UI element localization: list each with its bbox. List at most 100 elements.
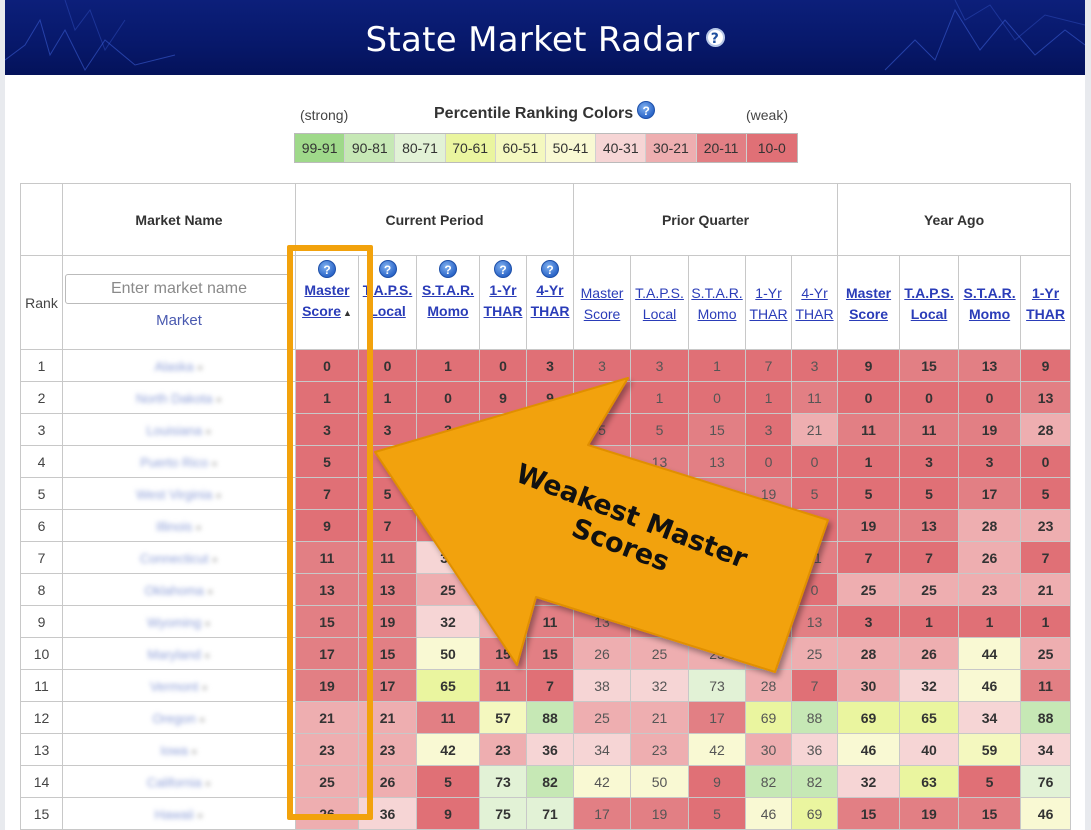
column-sort-link[interactable]: Local <box>632 304 688 325</box>
prior-col-header[interactable]: S.T.A.R. Momo <box>688 255 747 350</box>
score-cell: 0 <box>295 349 359 382</box>
current-col-header[interactable]: ? Master Score ▲ <box>295 255 359 350</box>
column-sort-link[interactable]: Master <box>304 282 349 298</box>
score-cell: 23 <box>358 733 417 766</box>
score-cell: 21 <box>479 605 527 638</box>
current-col-header[interactable]: ? S.T.A.R. Momo <box>416 255 480 350</box>
prior-col-header[interactable]: 4-Yr THAR <box>791 255 839 350</box>
market-cell: Oregon <box>62 701 296 734</box>
table-row: 15Hawaii26369757117195466915191546 <box>20 797 1072 830</box>
score-cell: 23 <box>1020 509 1072 542</box>
legend-swatch: 90-81 <box>345 134 396 162</box>
market-search-input[interactable] <box>65 274 293 304</box>
table-row: 13Iowa2323422336342342303646405934 <box>20 733 1072 766</box>
column-sort-link[interactable]: Master <box>575 283 630 304</box>
column-sort-link[interactable]: THAR <box>481 301 526 322</box>
score-cell: 19 <box>295 669 359 702</box>
year-col-header[interactable]: 1-Yr THAR <box>1020 255 1072 350</box>
column-sort-link[interactable]: THAR <box>1022 304 1070 325</box>
column-sort-link[interactable]: 1-Yr <box>481 280 526 301</box>
market-column-label[interactable]: Market <box>64 312 295 329</box>
column-help-icon[interactable]: ? <box>494 260 512 278</box>
column-sort-link[interactable]: T.A.P.S. <box>360 280 416 301</box>
page-title: State Market Radar? <box>5 20 1085 60</box>
score-cell: 34 <box>958 701 1022 734</box>
score-cell: 11 <box>525 541 575 574</box>
score-cell: 0 <box>1020 445 1072 478</box>
column-help-icon[interactable]: ? <box>439 260 457 278</box>
market-link[interactable]: Illinois <box>156 519 202 534</box>
column-help-icon[interactable]: ? <box>378 260 397 278</box>
title-help-icon[interactable]: ? <box>705 28 725 47</box>
market-link[interactable]: Connecticut <box>140 551 218 566</box>
rank-cell: 8 <box>20 573 63 606</box>
column-sort-link[interactable]: Local <box>901 304 958 325</box>
current-col-header[interactable]: ? 1-Yr THAR <box>479 255 527 350</box>
market-link[interactable]: West Virginia <box>136 487 222 502</box>
prior-col-header[interactable]: Master Score <box>573 255 632 350</box>
market-link[interactable]: Iowa <box>160 743 197 758</box>
score-cell: 32 <box>630 669 690 702</box>
year-col-header[interactable]: T.A.P.S. Local <box>899 255 960 350</box>
market-name-header: Market Name <box>62 183 296 256</box>
market-cell: Connecticut <box>62 541 296 574</box>
score-cell: 13 <box>630 605 690 638</box>
column-sort-link[interactable]: Score <box>575 304 630 325</box>
market-link[interactable]: Maryland <box>147 647 210 662</box>
column-sort-link[interactable]: THAR <box>793 304 837 325</box>
column-sort-link[interactable]: S.T.A.R. <box>690 283 745 304</box>
column-sort-link[interactable]: 1-Yr <box>1022 283 1070 304</box>
column-sort-link[interactable]: Master <box>839 283 899 304</box>
market-link[interactable]: California <box>147 775 212 790</box>
score-cell: 0 <box>745 445 793 478</box>
score-cell: 44 <box>958 637 1022 670</box>
score-cell: 3 <box>525 349 575 382</box>
column-sort-link[interactable]: 4-Yr <box>793 283 837 304</box>
column-sort-link[interactable]: Score <box>302 303 341 319</box>
column-sort-link[interactable]: 1-Yr <box>747 283 791 304</box>
year-col-header[interactable]: Master Score <box>837 255 901 350</box>
column-sort-link[interactable]: S.T.A.R. <box>960 283 1020 304</box>
market-link[interactable]: Puerto Rico <box>140 455 218 470</box>
prior-col-header[interactable]: T.A.P.S. Local <box>630 255 690 350</box>
score-cell: 13 <box>573 445 632 478</box>
score-cell: 69 <box>791 797 839 830</box>
market-link[interactable]: Wyoming <box>147 615 211 630</box>
score-cell: 19 <box>688 477 747 510</box>
score-cell: 30 <box>745 733 793 766</box>
column-sort-link[interactable]: Momo <box>690 304 745 325</box>
score-cell: 9 <box>745 509 793 542</box>
year-col-header[interactable]: S.T.A.R. Momo <box>958 255 1022 350</box>
score-cell: 3 <box>899 445 960 478</box>
market-link[interactable]: North Dakota <box>136 391 222 406</box>
column-sort-link[interactable]: Local <box>360 301 416 322</box>
score-cell: 21 <box>630 701 690 734</box>
column-sort-link[interactable]: THAR <box>528 301 573 322</box>
column-sort-link[interactable]: Momo <box>960 304 1020 325</box>
score-cell: 13 <box>525 573 575 606</box>
current-col-header[interactable]: ? 4-Yr THAR <box>525 255 575 350</box>
legend-swatch: 70-61 <box>445 134 496 162</box>
market-link[interactable]: Alaska <box>155 359 204 374</box>
market-link[interactable]: Oregon <box>152 711 205 726</box>
score-cell: 19 <box>837 509 901 542</box>
prior-col-header[interactable]: 1-Yr THAR <box>745 255 793 350</box>
column-sort-link[interactable]: S.T.A.R. <box>418 280 479 301</box>
column-help-icon[interactable]: ? <box>541 260 560 278</box>
score-cell: 19 <box>358 605 417 638</box>
column-help-icon[interactable]: ? <box>318 260 336 278</box>
current-col-header[interactable]: ? T.A.P.S. Local <box>358 255 417 350</box>
column-sort-link[interactable]: T.A.P.S. <box>901 283 958 304</box>
legend-help-icon[interactable]: ? <box>637 101 656 119</box>
market-link[interactable]: Vermont <box>150 679 208 694</box>
market-link[interactable]: Hawaii <box>155 807 204 822</box>
score-cell: 11 <box>295 541 359 574</box>
market-link[interactable]: Louisiana <box>146 423 211 438</box>
column-sort-link[interactable]: THAR <box>747 304 791 325</box>
column-sort-link[interactable]: Score <box>839 304 899 325</box>
score-cell: 0 <box>688 381 747 414</box>
column-sort-link[interactable]: Momo <box>418 301 479 322</box>
column-sort-link[interactable]: T.A.P.S. <box>632 283 688 304</box>
column-sort-link[interactable]: 4-Yr <box>528 280 573 301</box>
market-link[interactable]: Oklahoma <box>145 583 214 598</box>
